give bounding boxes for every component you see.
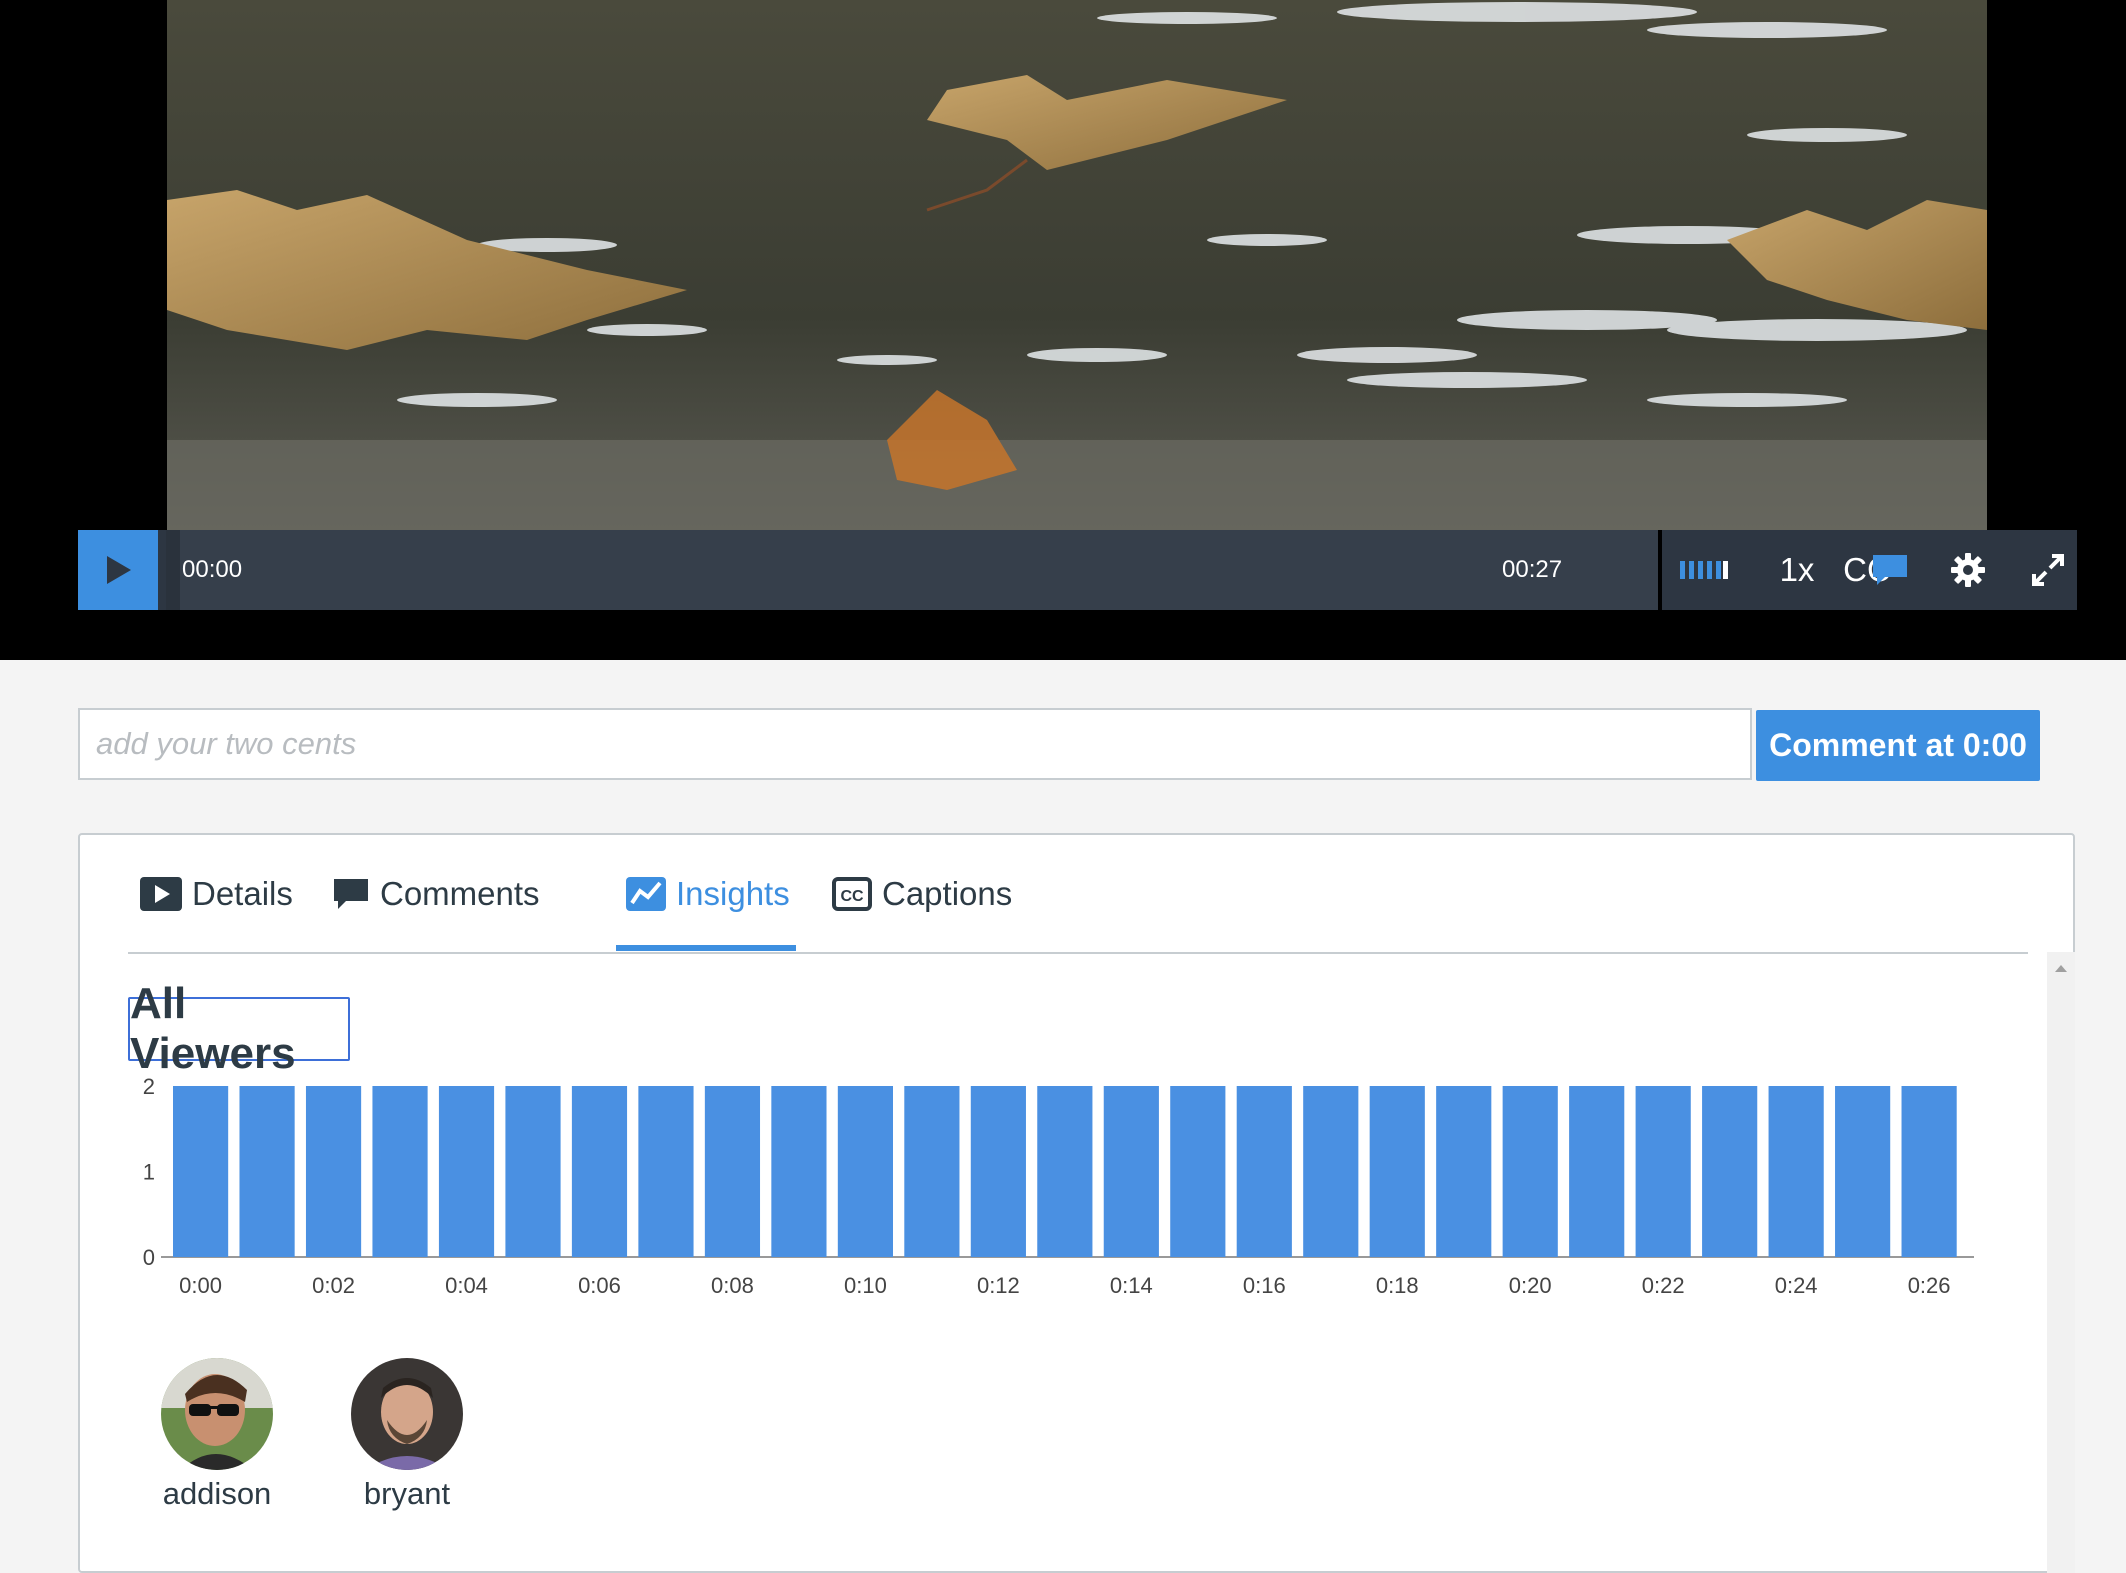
tab-bar: Details Comments Insights CC Captions [128, 835, 2028, 954]
y-tick-label: 0 [143, 1245, 155, 1270]
comment-input[interactable] [78, 708, 1752, 780]
chart-bar[interactable] [305, 1086, 362, 1257]
avatar-image [351, 1358, 463, 1470]
chart-bar[interactable] [1901, 1086, 1957, 1257]
svg-text:CC: CC [840, 888, 864, 905]
scroll-up-arrow-icon[interactable] [2047, 952, 2075, 982]
panel-scrollbar[interactable] [2047, 952, 2075, 1573]
control-divider [1658, 530, 1662, 610]
chart-bar[interactable] [1303, 1086, 1359, 1257]
tab-comments[interactable]: Comments [332, 835, 540, 952]
chart-bar[interactable] [704, 1086, 761, 1257]
chart-bar[interactable] [1768, 1086, 1824, 1257]
video-still-image [167, 0, 1987, 530]
chart-bar[interactable] [505, 1086, 561, 1257]
tab-details-label: Details [192, 874, 293, 912]
chart-bar[interactable] [173, 1086, 229, 1257]
chart-bar[interactable] [571, 1086, 628, 1257]
play-icon [107, 556, 131, 584]
video-icon [140, 876, 182, 911]
tab-captions[interactable]: CC Captions [832, 835, 1012, 952]
x-tick-label: 0:12 [977, 1273, 1020, 1298]
y-tick-label: 2 [143, 1074, 155, 1099]
x-tick-label: 0:20 [1509, 1273, 1552, 1298]
play-button[interactable] [78, 530, 158, 610]
all-viewers-heading[interactable]: All Viewers [128, 979, 350, 1078]
progress-scrubber[interactable] [166, 530, 1658, 610]
avatar [161, 1358, 273, 1470]
chart-bar[interactable] [1103, 1086, 1159, 1257]
comments-toggle-button[interactable] [1852, 530, 1928, 610]
chart-bar[interactable] [1170, 1086, 1226, 1257]
viewer-addison[interactable]: addison [132, 1358, 302, 1512]
x-tick-label: 0:16 [1243, 1273, 1286, 1298]
chart-bar[interactable] [1037, 1086, 1093, 1257]
comment-bubble-icon [1873, 555, 1907, 585]
settings-button[interactable] [1930, 530, 2006, 610]
x-tick-label: 0:24 [1775, 1273, 1818, 1298]
x-tick-label: 0:00 [179, 1273, 222, 1298]
viewer-name: addison [162, 1476, 272, 1511]
x-tick-label: 0:08 [711, 1273, 754, 1298]
comment-icon [334, 878, 368, 909]
video-frame[interactable] [167, 0, 1987, 530]
x-tick-label: 0:26 [1908, 1273, 1951, 1298]
comment-at-time-button[interactable]: Comment at 0:00 [1756, 710, 2040, 781]
tab-comments-label: Comments [380, 874, 540, 912]
player-control-bar: 00:00 00:27 1x CC [78, 530, 2077, 610]
gear-icon [1951, 553, 1985, 587]
chart-bar[interactable] [771, 1086, 827, 1257]
chart-bar[interactable] [837, 1086, 893, 1257]
chart-bar[interactable] [1369, 1086, 1425, 1257]
chart-bar[interactable] [438, 1086, 495, 1257]
viewers-bar-chart: 0 1 2 0:00 0:02 0:04 0:06 0:08 0:10 0:12 0:14 0:16 0… [143, 1074, 1974, 1298]
x-tick-label: 0:18 [1376, 1273, 1419, 1298]
fullscreen-icon [2032, 554, 2064, 586]
tab-insights[interactable]: Insights [626, 835, 790, 952]
viewer-bryant[interactable]: bryant [322, 1358, 492, 1512]
active-tab-indicator [616, 945, 796, 951]
avatar [351, 1358, 463, 1470]
avatar-image [161, 1358, 273, 1470]
chart-bar[interactable] [1569, 1086, 1625, 1257]
chart-bar[interactable] [1236, 1086, 1292, 1257]
chart-bar[interactable] [1702, 1086, 1758, 1257]
x-tick-label: 0:14 [1110, 1273, 1153, 1298]
x-tick-label: 0:04 [445, 1273, 488, 1298]
x-tick-label: 0:22 [1642, 1273, 1685, 1298]
video-player: 00:00 00:27 1x CC [0, 0, 2126, 660]
tab-captions-label: Captions [882, 874, 1013, 912]
tab-details[interactable]: Details [140, 835, 293, 952]
chart-bar[interactable] [1502, 1086, 1558, 1257]
y-tick-label: 1 [143, 1160, 155, 1185]
chart-bar[interactable] [1436, 1086, 1492, 1257]
chart-bar[interactable] [970, 1086, 1026, 1257]
fullscreen-button[interactable] [2010, 530, 2086, 610]
current-time: 00:00 [182, 556, 243, 583]
chart-bar[interactable] [1635, 1086, 1691, 1257]
chart-bar[interactable] [239, 1086, 295, 1257]
x-tick-label: 0:06 [578, 1273, 621, 1298]
x-tick-label: 0:10 [844, 1273, 887, 1298]
chart-bar[interactable] [372, 1086, 428, 1257]
chart-bar[interactable] [904, 1086, 960, 1257]
chart-line-icon [626, 876, 666, 911]
cc-icon: CC [832, 876, 872, 911]
chart-bar[interactable] [1835, 1086, 1891, 1257]
viewer-name: bryant [363, 1476, 451, 1511]
x-tick-label: 0:02 [312, 1273, 355, 1298]
tab-insights-label: Insights [676, 874, 790, 912]
duration-time: 00:27 [1502, 556, 1563, 583]
chart-bar[interactable] [638, 1086, 694, 1257]
scrubber-handle[interactable] [166, 530, 180, 610]
